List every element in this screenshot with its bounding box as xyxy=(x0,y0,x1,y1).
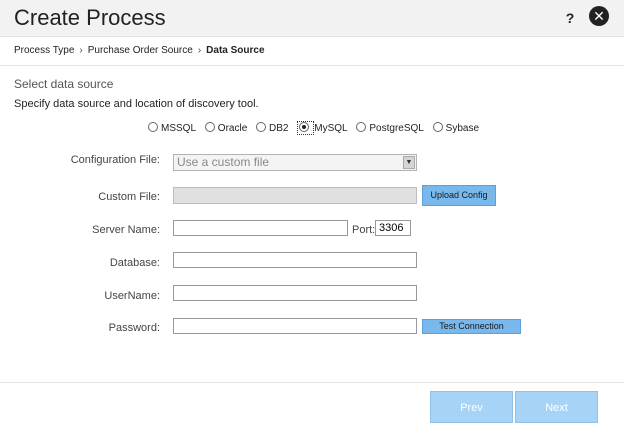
radio-button-selected[interactable] xyxy=(299,122,310,132)
radio-button[interactable] xyxy=(256,122,267,132)
breadcrumb-item-purchase-order-source[interactable]: Purchase Order Source xyxy=(88,45,193,56)
database-label: Database: xyxy=(109,257,160,269)
section-instruction: Specify data source and location of disc… xyxy=(14,98,259,110)
section-title: Select data source xyxy=(14,77,114,91)
radio-button[interactable] xyxy=(356,122,367,132)
port-input[interactable] xyxy=(375,220,411,236)
password-input[interactable] xyxy=(173,318,417,334)
server-name-input[interactable] xyxy=(173,220,348,236)
config-file-value: Use a custom file xyxy=(177,155,270,169)
help-icon[interactable]: ? xyxy=(562,9,578,27)
config-file-select[interactable]: Use a custom file ▼ xyxy=(173,154,417,171)
breadcrumb-separator: › xyxy=(79,45,83,56)
custom-file-label: Custom File: xyxy=(98,191,160,203)
radio-button[interactable] xyxy=(432,122,443,132)
breadcrumb: Process Type › Purchase Order Source › Data … xyxy=(14,45,265,56)
password-label: Password: xyxy=(108,322,160,334)
prev-button[interactable]: Prev xyxy=(430,391,513,423)
radio-label: MySQL xyxy=(314,123,348,134)
breadcrumb-separator: › xyxy=(197,45,202,56)
next-button[interactable]: Next xyxy=(515,391,598,423)
breadcrumb-item-data-source: Data Source xyxy=(206,45,265,56)
database-input[interactable] xyxy=(173,252,417,268)
radio-mysql[interactable]: MySQL xyxy=(297,121,348,135)
upload-config-button[interactable]: Upload Config xyxy=(422,185,496,206)
port-label: Port: xyxy=(352,224,376,236)
radio-label: Sybase xyxy=(445,123,480,134)
radio-focus-box xyxy=(297,121,315,135)
radio-label: PostgreSQL xyxy=(369,123,424,134)
radio-mssql[interactable]: MSSQL xyxy=(148,122,196,134)
test-connection-button[interactable]: Test Connection xyxy=(422,319,521,334)
dialog-titlebar: Create Process ? ✕ xyxy=(0,0,624,37)
radio-sybase[interactable]: Sybase xyxy=(432,122,480,134)
config-file-label: Configuration File: xyxy=(70,154,160,166)
radio-button[interactable] xyxy=(204,122,215,132)
radio-label: DB2 xyxy=(269,123,289,134)
datasource-radio-group: MSSQL Oracle DB2 MySQL PostgreSQL Sybase xyxy=(148,121,485,135)
radio-label: Oracle xyxy=(217,123,248,134)
breadcrumb-item-process-type[interactable]: Process Type xyxy=(14,45,74,56)
header-divider xyxy=(0,65,624,66)
radio-oracle[interactable]: Oracle xyxy=(204,122,248,134)
dialog-title: Create Process xyxy=(14,5,166,30)
radio-label: MSSQL xyxy=(161,123,197,134)
close-icon[interactable]: ✕ xyxy=(589,6,609,26)
radio-db2[interactable]: DB2 xyxy=(256,122,288,134)
username-label: UserName: xyxy=(104,290,160,302)
chevron-down-icon[interactable]: ▼ xyxy=(403,156,415,169)
radio-button[interactable] xyxy=(148,122,158,132)
server-name-label: Server Name: xyxy=(92,224,160,236)
username-input[interactable] xyxy=(173,285,417,301)
custom-file-input[interactable] xyxy=(173,187,417,204)
radio-postgresql[interactable]: PostgreSQL xyxy=(356,122,424,134)
